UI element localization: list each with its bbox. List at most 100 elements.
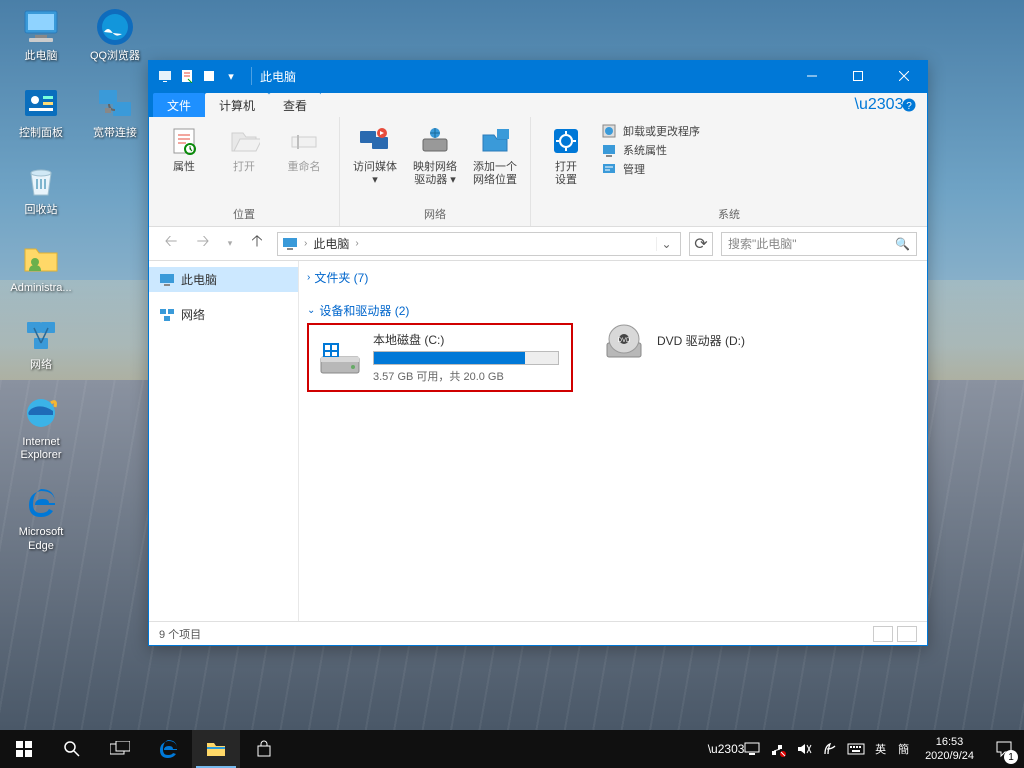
search-button[interactable] [48, 730, 96, 768]
desktop-icon-label: Microsoft Edge [8, 526, 74, 552]
svg-text:?: ? [906, 101, 912, 112]
pc-icon [20, 6, 62, 48]
qat-dropdown-icon[interactable]: ▾ [223, 68, 239, 84]
drive-space-text: 3.57 GB 可用，共 20.0 GB [373, 368, 563, 384]
nav-back-button[interactable]: 🡠 [159, 232, 183, 256]
tree-item-this-pc[interactable]: 此电脑 [149, 267, 298, 292]
desktop-icon-label: 宽带连接 [93, 127, 137, 140]
drive-name: 本地磁盘 (C:) [373, 331, 563, 348]
taskbar-explorer[interactable] [192, 730, 240, 768]
close-button[interactable] [881, 61, 927, 91]
drive-d[interactable]: DVD DVD 驱动器 (D:) [601, 323, 801, 361]
drive-highlight: 本地磁盘 (C:) 3.57 GB 可用，共 20.0 GB [307, 323, 573, 392]
tray-ime-mode[interactable]: 簡 [892, 741, 915, 757]
ribbon-access-media[interactable]: 访问媒体 ▾ [350, 123, 400, 187]
ribbon-collapse-icon[interactable]: \u2303 [869, 95, 889, 115]
ribbon-manage[interactable]: 管理 [601, 161, 700, 177]
desktop-icon-broadband[interactable]: 宽带连接 [82, 83, 148, 140]
chevron-right-icon: › [304, 238, 307, 249]
taskbar-store[interactable] [240, 730, 288, 768]
tray-display-icon[interactable] [739, 730, 765, 768]
view-details-button[interactable] [873, 626, 893, 642]
explorer-window: ▾ 此电脑 文件 计算机 查看 \u2303 ? 属性 打开 重命名 位置 [148, 60, 928, 646]
action-center-button[interactable]: 1 [984, 730, 1024, 768]
nav-toolbar: 🡠 🡢 ▾ 🡡 › 此电脑 › ⌄ ⟳ 搜索"此电脑" 🔍 [149, 227, 927, 261]
network-icon [20, 315, 62, 357]
window-title: 此电脑 [260, 68, 296, 85]
desktop-icons-col1: 此电脑 控制面板 回收站 Administra... 网络 Internet E… [8, 6, 74, 553]
desktop-icon-label: 网络 [30, 359, 52, 372]
qat-properties-icon[interactable] [179, 68, 195, 84]
drives-container: 本地磁盘 (C:) 3.57 GB 可用，共 20.0 GB DVD DVD 驱… [307, 323, 919, 392]
taskbar-clock[interactable]: 16:532020/9/24 [915, 735, 984, 764]
ribbon-map-drive[interactable]: 映射网络驱动器 ▾ [410, 123, 460, 187]
rename-icon [286, 123, 322, 159]
system-tray: \u2303 英 簡 16:532020/9/24 1 [713, 730, 1024, 768]
desktop-icon-recycle-bin[interactable]: 回收站 [8, 160, 74, 217]
ribbon-properties[interactable]: 属性 [159, 123, 209, 174]
desktop-icon-network[interactable]: 网络 [8, 315, 74, 372]
taskview-button[interactable] [96, 730, 144, 768]
nav-history-dropdown[interactable]: ▾ [223, 232, 237, 256]
search-input[interactable]: 搜索"此电脑" 🔍 [721, 232, 917, 256]
ribbon-rename[interactable]: 重命名 [279, 123, 329, 174]
ribbon-open-settings[interactable]: 打开设置 [541, 123, 591, 187]
sys-props-icon [601, 142, 617, 158]
tree-item-network[interactable]: 网络 [149, 302, 298, 327]
desktop-icon-label: Administra... [10, 282, 71, 295]
desktop-icon-edge[interactable]: Microsoft Edge [8, 482, 74, 552]
desktop-icon-control-panel[interactable]: 控制面板 [8, 83, 74, 140]
start-button[interactable] [0, 730, 48, 768]
desktop-icon-this-pc[interactable]: 此电脑 [8, 6, 74, 63]
manage-icon [601, 161, 617, 177]
view-icons-button[interactable] [897, 626, 917, 642]
tab-computer[interactable]: 计算机 [205, 93, 269, 117]
maximize-button[interactable] [835, 61, 881, 91]
tray-network-icon[interactable] [765, 730, 791, 768]
tray-volume-icon[interactable] [791, 730, 817, 768]
ribbon-system-properties[interactable]: 系统属性 [601, 142, 700, 158]
tray-overflow-icon[interactable]: \u2303 [713, 730, 739, 768]
refresh-button[interactable]: ⟳ [689, 232, 713, 256]
desktop-icon-label: 回收站 [25, 204, 58, 217]
ribbon-open[interactable]: 打开 [219, 123, 269, 174]
minimize-button[interactable] [789, 61, 835, 91]
recycle-bin-icon [20, 160, 62, 202]
tray-keyboard-icon[interactable] [843, 730, 869, 768]
breadcrumb-item[interactable]: 此电脑 [313, 235, 349, 252]
titlebar[interactable]: ▾ 此电脑 [149, 61, 927, 91]
content-pane[interactable]: ›文件夹 (7) ⌄设备和驱动器 (2) 本地磁盘 (C:) 3.57 GB 可… [299, 261, 927, 621]
desktop-icon-user-folder[interactable]: Administra... [8, 238, 74, 295]
drive-c[interactable]: 本地磁盘 (C:) 3.57 GB 可用，共 20.0 GB [317, 331, 563, 384]
taskbar-edge[interactable] [144, 730, 192, 768]
navigation-tree: 此电脑 网络 [149, 261, 299, 621]
tab-file[interactable]: 文件 [153, 93, 205, 117]
svg-text:DVD: DVD [618, 338, 631, 344]
section-header-folders[interactable]: ›文件夹 (7) [307, 265, 919, 290]
qat-new-icon[interactable] [201, 68, 217, 84]
tray-ime-lang[interactable]: 英 [869, 741, 892, 757]
tab-view[interactable]: 查看 [269, 93, 321, 117]
ribbon-add-network-location[interactable]: 添加一个网络位置 [470, 123, 520, 187]
desktop-icon-qq-browser[interactable]: QQ浏览器 [82, 6, 148, 63]
quick-access-toolbar: ▾ [149, 68, 247, 84]
chevron-right-icon: › [307, 272, 310, 283]
app-icon [157, 68, 173, 84]
ribbon-uninstall-programs[interactable]: 卸载或更改程序 [601, 123, 700, 139]
ribbon-tabs: 文件 计算机 查看 \u2303 ? [149, 91, 927, 117]
nav-forward-button[interactable]: 🡢 [191, 232, 215, 256]
address-dropdown-icon[interactable]: ⌄ [656, 237, 676, 251]
notification-badge: 1 [1004, 750, 1018, 764]
control-panel-icon [20, 83, 62, 125]
address-bar[interactable]: › 此电脑 › ⌄ [277, 232, 681, 256]
desktop-icon-ie[interactable]: Internet Explorer [8, 392, 74, 462]
desktop-icon-label: 控制面板 [19, 127, 63, 140]
tray-ime-indicator-icon[interactable] [817, 730, 843, 768]
section-header-devices[interactable]: ⌄设备和驱动器 (2) [307, 298, 919, 323]
properties-icon [166, 123, 202, 159]
media-icon [357, 123, 393, 159]
nav-up-button[interactable]: 🡡 [245, 232, 269, 256]
pc-icon [159, 272, 175, 288]
status-bar: 9 个项目 [149, 621, 927, 645]
help-icon[interactable]: ? [899, 95, 919, 115]
